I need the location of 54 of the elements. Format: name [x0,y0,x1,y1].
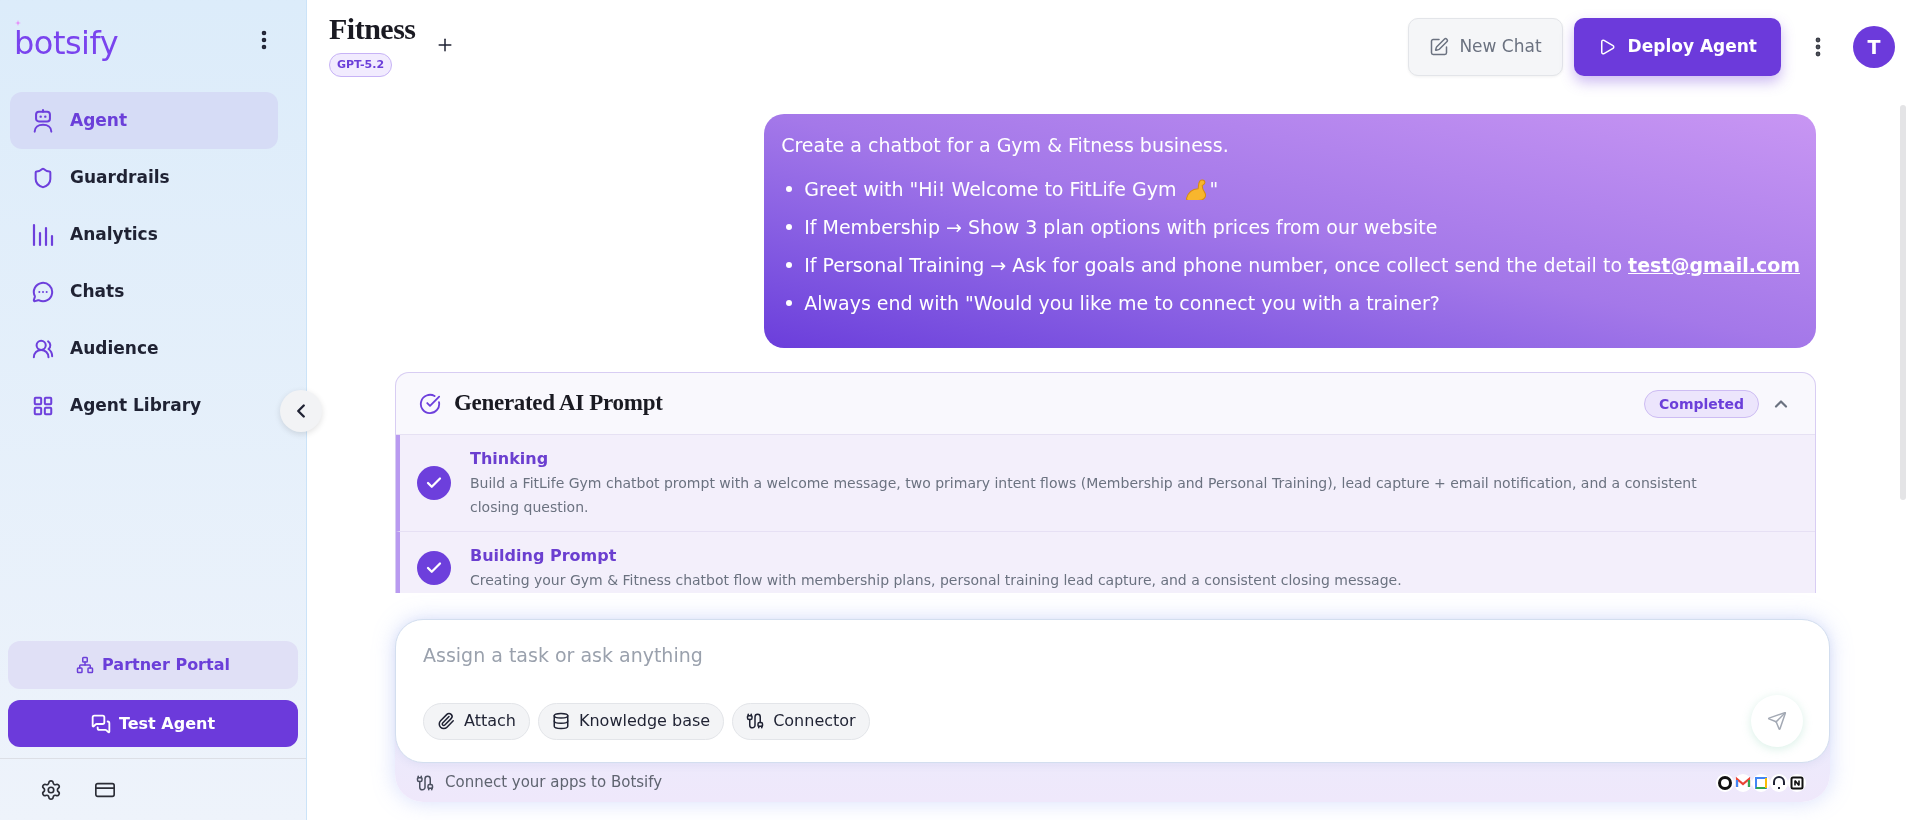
card-title: Generated AI Prompt [454,389,663,418]
hook-logo-icon [1770,773,1788,792]
scrollbar-thumb[interactable] [1900,105,1906,500]
message-text: If Membership → Show 3 plan options with prices from our website [804,215,1438,240]
flexed-arm-icon [1185,178,1206,200]
tool-chip[interactable]: Knowledge base [537,702,725,740]
nav-item[interactable]: Agent Library [10,377,278,434]
message-text: Greet with "Hi! Welcome to FitLife Gym [804,177,1177,202]
settings-icon[interactable] [40,778,62,801]
message-text: If Personal Training → Ask for goals and phone number, once collect send the detail to test@gmail.com [804,253,1800,278]
avatar[interactable]: T [1853,26,1895,68]
message-text: Always end with "Would you like me to connect you with a trainer? [804,291,1440,316]
deploy-agent-button[interactable]: Deploy Agent [1573,18,1781,76]
send-icon [1767,711,1787,731]
chat-bubbles-icon [90,713,111,734]
nav-item[interactable]: Audience [10,320,278,377]
sitemap-icon [76,656,95,674]
chat-bubble-icon [32,279,54,304]
step-title: Building Prompt [470,545,618,567]
nav-item[interactable]: Agent [10,92,278,149]
chat-title: Fitness [329,12,416,46]
partner-portal-button[interactable]: Partner Portal [8,641,298,689]
nav-item[interactable]: Guardrails [10,149,278,206]
tool-chip[interactable]: Attach [423,702,530,740]
logo-text: botsify [14,26,119,60]
bar-chart-icon [32,222,54,247]
step-description: Creating your Gym & Fitness chatbot flow with membership plans, personal training lead capture, and a consistent closing message. [470,571,1402,590]
robot-icon [32,108,54,133]
message-text: Create a chatbot for a Gym & Fitness business. [781,133,1230,158]
nav-item[interactable]: Chats [10,263,278,320]
check-circle-icon [419,392,441,415]
framed-logo-icon [1788,773,1806,792]
pen-square-icon [1429,37,1450,57]
message-input[interactable]: Assign a task or ask anything [423,641,1803,669]
step-title: Thinking [470,448,550,470]
envelope-logo-icon [1734,773,1752,792]
nav-item[interactable]: Analytics [10,206,278,263]
tool-chip[interactable]: Connector [732,702,870,740]
paperclip-icon [437,712,455,730]
square-logo-icon [1752,773,1770,792]
status-pill: Completed [1644,389,1759,418]
collapse-button[interactable] [280,390,322,432]
plug-icon [416,773,434,792]
new-chat-button[interactable]: New Chat [1408,18,1563,76]
sparkle-icon [15,20,21,26]
shield-icon [32,165,54,190]
quote-text: " [1209,177,1219,202]
footer-text: Connect your apps to Botsify [445,772,663,794]
database-icon [551,712,570,730]
ring-logo-icon [1716,773,1734,792]
test-agent-button[interactable]: Test Agent [8,700,298,747]
plug-icon [746,712,765,730]
model-pill: GPT-5.2 [329,53,393,77]
step-description: Build a FitLife Gym chatbot prompt with a welcome message, two primary intent flows (Membership and Personal Training), lead capture + email notification, and a consistent closing question. [470,474,1698,517]
